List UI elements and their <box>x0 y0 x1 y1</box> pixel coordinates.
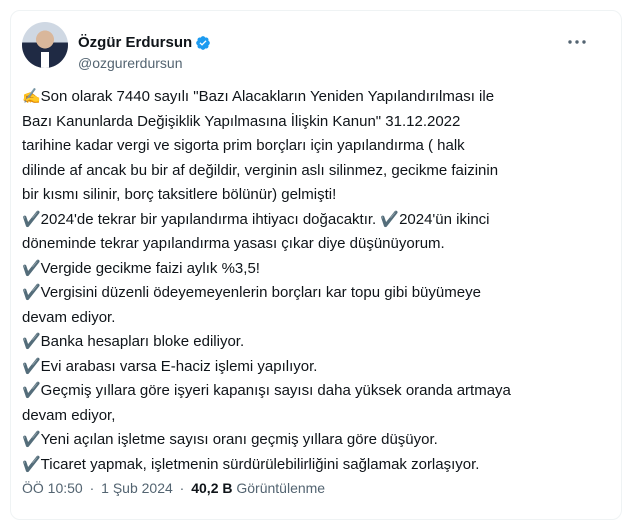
tweet-line: dilinde af ancak bu bir af değildir, ver… <box>22 161 499 179</box>
author-handle[interactable]: @ozgurerdursun <box>78 55 183 71</box>
tweet-line: ✔️Vergide gecikme faizi aylık %3,5! <box>22 259 260 277</box>
tweet-line: bir kısmı silinir, borç taksitlere bölün… <box>22 186 337 203</box>
tweet-line: ✔️Banka hesapları bloke ediliyor. <box>22 333 245 350</box>
tweet-text: ✍️Son olarak 7440 sayılı "Bazı Alacaklar… <box>22 85 602 477</box>
tweet-line: ✔️Vergisini düzenli ödeyemeyenlerin borç… <box>22 284 481 301</box>
tweet-line: devam ediyor, <box>22 406 116 424</box>
tweet-line: ✍️Son olarak 7440 sayılı "Bazı Alacaklar… <box>22 88 495 105</box>
meta-separator: · <box>179 480 185 496</box>
tweet-date[interactable]: 1 Şub 2024 <box>101 480 173 496</box>
avatar[interactable] <box>22 22 68 68</box>
author-row: Özgür Erdursun <box>78 34 211 51</box>
verified-badge-icon <box>196 35 211 50</box>
tweet-line: devam ediyor. <box>22 308 116 326</box>
tweet-time[interactable]: ÖÖ 10:50 <box>22 480 83 496</box>
tweet-line: ✔️Evi arabası varsa E-haciz işlemi yapıl… <box>22 357 318 375</box>
views-count: 40,2 B <box>191 480 233 496</box>
tweet-line: ✔️Yeni açılan işletme sayısı oranı geçmi… <box>22 431 438 448</box>
meta-separator: · <box>89 480 95 496</box>
tweet-meta: ÖÖ 10:50 · 1 Şub 2024 · 40,2 B Görüntüle… <box>22 480 325 496</box>
more-dots-icon[interactable] <box>566 34 588 50</box>
author-name[interactable]: Özgür Erdursun <box>78 34 192 51</box>
tweet-line: döneminde tekrar yapılandırma yasası çık… <box>22 235 445 252</box>
tweet-line: tarihine kadar vergi ve sigorta prim bor… <box>22 137 465 154</box>
views-label: Görüntülenme <box>236 480 326 496</box>
tweet-line: Bazı Kanunlarda Değişiklik Yapılmasına İ… <box>22 112 461 130</box>
tweet-line: ✔️Geçmiş yıllara göre işyeri kapanışı sa… <box>22 382 511 399</box>
tweet-line: ✔️2024'de tekrar bir yapılandırma ihtiya… <box>22 210 490 228</box>
tweet-line: ✔️Ticaret yapmak, işletmenin sürdürülebi… <box>22 455 480 473</box>
